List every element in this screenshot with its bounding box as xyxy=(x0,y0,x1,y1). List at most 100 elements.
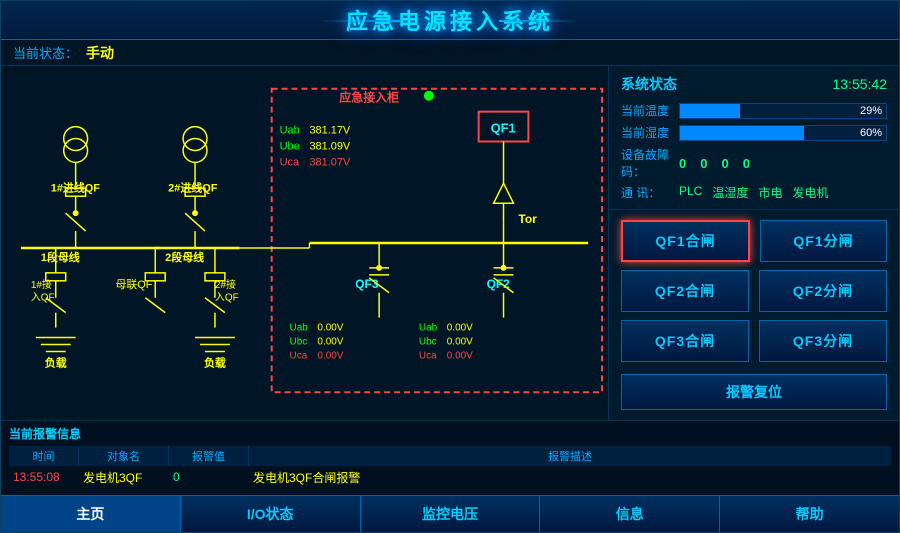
status-value: 手动 xyxy=(86,43,114,63)
nav-io[interactable]: I/O状态 xyxy=(181,496,361,532)
svg-text:负载: 负载 xyxy=(204,355,226,369)
nav-help[interactable]: 帮助 xyxy=(720,496,899,532)
header: 应急电源接入系统 xyxy=(1,1,899,40)
svg-text:Ubc: Ubc xyxy=(419,337,437,348)
fault-val-1: 0 xyxy=(700,156,707,171)
comm-row: 通 讯： PLC 温湿度 市电 发电机 xyxy=(621,184,887,201)
alert-title: 当前报警信息 xyxy=(9,425,891,442)
qf2-close-button[interactable]: QF2合闸 xyxy=(621,270,749,312)
svg-text:1段母线: 1段母线 xyxy=(41,250,80,264)
qf3-btn-row: QF3合闸 QF3分闸 xyxy=(621,320,887,362)
nav-help-label: 帮助 xyxy=(796,504,824,524)
bottom-nav: 主页 I/O状态 监控电压 信息 帮助 xyxy=(1,495,899,532)
status-bar: 当前状态： 手动 xyxy=(1,40,899,66)
sys-status-header: 系统状态 13:55:42 xyxy=(621,74,887,94)
alert-col-desc: 报警描述 xyxy=(249,446,891,466)
sys-time: 13:55:42 xyxy=(833,76,888,92)
comm-gen: 发电机 xyxy=(792,184,828,201)
svg-text:QF2: QF2 xyxy=(487,277,511,291)
qf1-open-button[interactable]: QF1分闸 xyxy=(760,220,887,262)
svg-text:2#进线QF: 2#进线QF xyxy=(168,180,218,194)
qf3-open-button[interactable]: QF3分闸 xyxy=(759,320,887,362)
temp-bar: 29% xyxy=(679,103,887,119)
qf2-open-button[interactable]: QF2分闸 xyxy=(759,270,887,312)
humidity-value: 60% xyxy=(860,126,882,140)
svg-text:Tor: Tor xyxy=(518,212,537,226)
alert-cell-time: 13:55:08 xyxy=(9,470,79,484)
svg-text:1#接: 1#接 xyxy=(31,278,52,291)
nav-home-label: 主页 xyxy=(76,504,104,524)
page-title: 应急电源接入系统 xyxy=(346,4,554,36)
humidity-bar-fill xyxy=(680,126,804,140)
svg-text:入QF: 入QF xyxy=(215,293,239,304)
status-label: 当前状态： xyxy=(13,43,78,62)
alert-section: 当前报警信息 时间 对象名 报警值 报警描述 13:55:08 发电机3QF 0… xyxy=(1,420,899,495)
svg-text:0.00V: 0.00V xyxy=(447,337,473,348)
svg-text:QF1: QF1 xyxy=(491,121,516,136)
temp-value: 29% xyxy=(860,104,882,118)
temp-bar-fill xyxy=(680,104,740,118)
svg-text:Uab: Uab xyxy=(290,323,309,334)
qf2-btn-row: QF2合闸 QF2分闸 xyxy=(621,270,887,312)
alert-cell-name: 发电机3QF xyxy=(79,469,169,486)
alert-cell-val: 0 xyxy=(169,470,249,484)
svg-text:0.00V: 0.00V xyxy=(447,323,473,334)
nav-info[interactable]: 信息 xyxy=(540,496,720,532)
svg-text:应急接入柜: 应急接入柜 xyxy=(339,90,399,105)
temp-row: 当前温度 29% xyxy=(621,102,887,119)
svg-text:Ube: Ube xyxy=(280,140,300,152)
fault-row: 设备故障码： 0 0 0 0 xyxy=(621,146,887,180)
svg-text:Uca: Uca xyxy=(290,350,308,361)
humidity-bar: 60% xyxy=(679,125,887,141)
svg-text:0.00V: 0.00V xyxy=(447,350,473,361)
qf3-close-button[interactable]: QF3合闸 xyxy=(621,320,749,362)
fault-label: 设备故障码： xyxy=(621,146,673,180)
svg-text:381.07V: 381.07V xyxy=(309,156,350,168)
svg-text:381.17V: 381.17V xyxy=(309,125,350,137)
svg-text:0.00V: 0.00V xyxy=(317,337,343,348)
svg-text:Uab: Uab xyxy=(280,125,300,137)
fault-val-2: 0 xyxy=(721,156,728,171)
svg-text:2段母线: 2段母线 xyxy=(165,250,204,264)
alert-col-name: 对象名 xyxy=(79,446,169,466)
diagram-area: 1#进线QF 2#进线QF xyxy=(1,66,609,420)
svg-text:Uca: Uca xyxy=(280,156,300,168)
svg-text:0.00V: 0.00V xyxy=(317,323,343,334)
comm-power: 市电 xyxy=(758,184,782,201)
svg-text:381.09V: 381.09V xyxy=(309,140,350,152)
nav-monitor[interactable]: 监控电压 xyxy=(361,496,541,532)
fault-values: 0 0 0 0 xyxy=(679,156,750,171)
content-area: 1#进线QF 2#进线QF xyxy=(1,66,899,420)
svg-text:母联QF: 母联QF xyxy=(115,278,152,291)
comm-plc: PLC xyxy=(679,184,702,201)
diagram-svg: 1#进线QF 2#进线QF xyxy=(1,66,608,420)
nav-info-label: 信息 xyxy=(616,504,644,524)
alert-row: 13:55:08 发电机3QF 0 发电机3QF合闸报警 xyxy=(9,466,891,488)
alert-col-time: 时间 xyxy=(9,446,79,466)
humidity-label: 当前湿度 xyxy=(621,124,673,141)
comm-temp: 温湿度 xyxy=(712,184,748,201)
nav-io-label: I/O状态 xyxy=(247,504,294,524)
fault-val-3: 0 xyxy=(743,156,750,171)
svg-text:负载: 负载 xyxy=(45,355,67,369)
svg-text:0.00V: 0.00V xyxy=(317,350,343,361)
alert-table-header: 时间 对象名 报警值 报警描述 xyxy=(9,446,891,466)
alert-col-val: 报警值 xyxy=(169,446,249,466)
comm-items: PLC 温湿度 市电 发电机 xyxy=(679,184,828,201)
nav-home[interactable]: 主页 xyxy=(1,496,181,532)
fault-val-0: 0 xyxy=(679,156,686,171)
system-status: 系统状态 13:55:42 当前温度 29% 当前湿度 60% xyxy=(609,66,899,210)
alert-reset-button[interactable]: 报警复位 xyxy=(621,374,887,410)
alert-cell-desc: 发电机3QF合闸报警 xyxy=(249,469,891,486)
comm-label: 通 讯： xyxy=(621,184,673,201)
temp-label: 当前温度 xyxy=(621,102,673,119)
sys-status-title: 系统状态 xyxy=(621,74,677,94)
svg-text:QF3: QF3 xyxy=(355,277,379,291)
qf1-close-button[interactable]: QF1合闸 xyxy=(621,220,750,262)
svg-text:Ubc: Ubc xyxy=(290,337,308,348)
qf1-btn-row: QF1合闸 QF1分闸 xyxy=(621,220,887,262)
nav-monitor-label: 监控电压 xyxy=(422,504,478,524)
humidity-row: 当前湿度 60% xyxy=(621,124,887,141)
svg-text:Uca: Uca xyxy=(419,350,437,361)
svg-text:Uab: Uab xyxy=(419,323,438,334)
